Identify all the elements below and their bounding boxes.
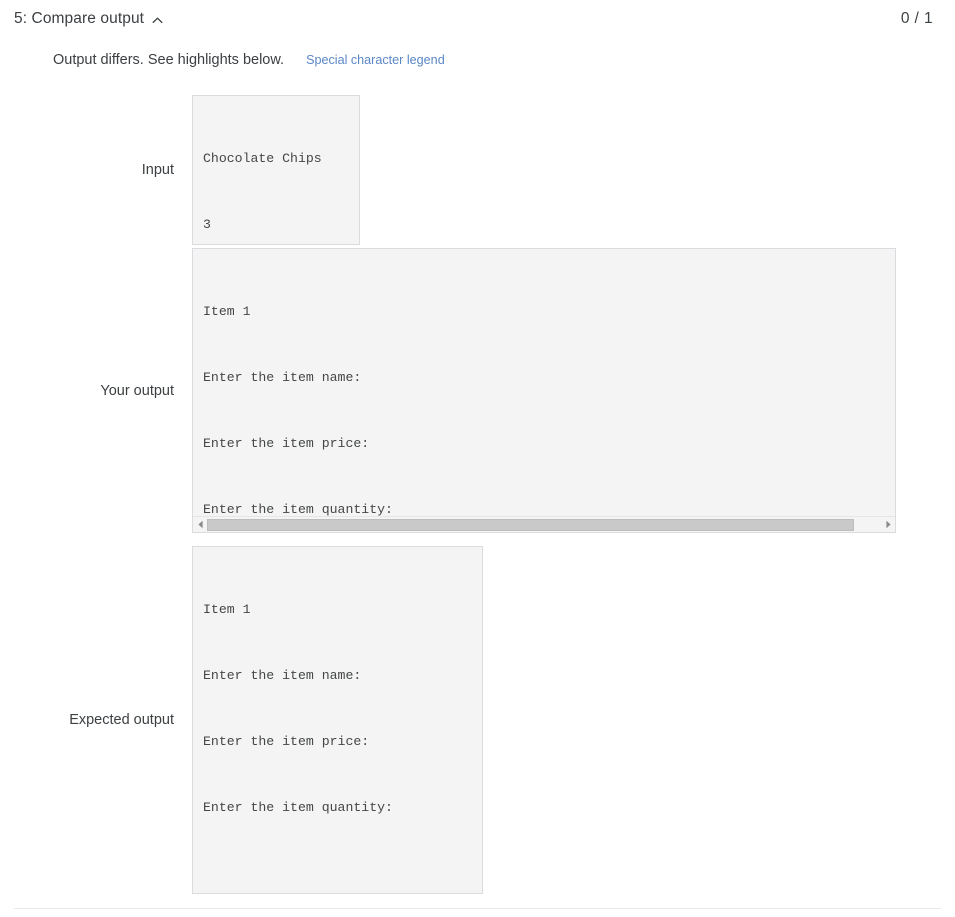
scrollbar-track[interactable] (207, 518, 881, 531)
expected-output-box: Item 1 Enter the item name: Enter the it… (192, 546, 483, 894)
code-line: Enter the item name: (203, 370, 362, 385)
section-header: 5: Compare output 0 / 1 (0, 0, 955, 30)
status-row: Output differs. See highlights below. Sp… (0, 30, 955, 68)
code-line: Enter the item quantity: (203, 800, 393, 815)
score-badge: 0 / 1 (900, 10, 933, 27)
input-box: Chocolate Chips 3 1 Bottled Water 1 10 (192, 95, 360, 245)
input-label: Input (141, 162, 174, 178)
code-line: Enter the item name: (203, 668, 362, 683)
horizontal-scrollbar[interactable] (193, 516, 895, 532)
expected-output-label: Expected output (69, 712, 174, 728)
page-title: 5: Compare output (14, 10, 145, 27)
expected-output-row: Expected output Item 1 Enter the item na… (0, 546, 483, 894)
your-output-label: Your output (100, 382, 174, 399)
status-message: Output differs. See highlights below. (53, 52, 285, 68)
chevron-up-icon[interactable] (151, 14, 164, 27)
scrollbar-thumb[interactable] (207, 518, 855, 531)
your-output-row: Your output Item 1 Enter the item name: … (0, 248, 896, 533)
section-header-left[interactable]: 5: Compare output (14, 10, 164, 28)
code-line: Enter the item price: (203, 734, 370, 749)
special-character-legend-link[interactable]: Special character legend (306, 53, 445, 67)
scroll-right-arrow-icon[interactable] (881, 520, 895, 529)
expected-output-code: Item 1 Enter the item name: Enter the it… (193, 547, 482, 893)
scroll-left-arrow-icon[interactable] (193, 520, 207, 529)
code-line: 3 (203, 217, 211, 232)
your-output-box: Item 1 Enter the item name: Enter the it… (192, 248, 896, 533)
input-code: Chocolate Chips 3 1 Bottled Water 1 10 (193, 96, 359, 244)
code-line: Item 1 (203, 602, 251, 617)
code-line: Chocolate Chips (203, 151, 322, 166)
bottom-divider (14, 908, 941, 909)
input-row: Input Chocolate Chips 3 1 Bottled Water … (0, 95, 360, 245)
code-line: Enter the item price: (203, 436, 370, 451)
code-line: Item 1 (203, 304, 251, 319)
your-output-code: Item 1 Enter the item name: Enter the it… (193, 249, 895, 532)
